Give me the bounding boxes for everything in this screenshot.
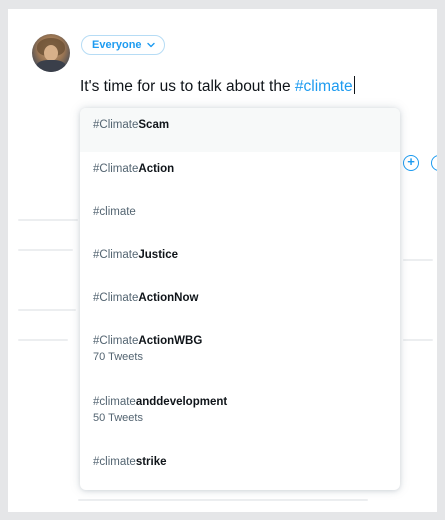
plus-circle-icon[interactable]: +	[403, 155, 419, 171]
hashtag-suggestion[interactable]: #climateanddevelopment 50 Tweets	[80, 384, 400, 445]
hashtag-suggestion[interactable]: #climate	[80, 195, 400, 238]
hashtag-suggestion[interactable]: #ClimateScam	[80, 108, 400, 152]
plus-circle-icon[interactable]	[431, 155, 437, 171]
suggestion-completion-text: anddevelopment	[135, 396, 228, 408]
suggestion-hashtag: #ClimateScam	[93, 119, 400, 131]
background-text	[18, 249, 73, 251]
hashtag-text: #climate	[294, 78, 353, 95]
hashtag-suggestion[interactable]: #ClimateJustice	[80, 238, 400, 281]
suggestion-hashtag: #ClimateActionWBG	[93, 335, 400, 347]
suggestion-tweet-count: 50 Tweets	[93, 412, 143, 424]
background-text	[403, 339, 433, 341]
background-text	[78, 499, 368, 501]
hashtag-suggestion[interactable]: #ClimateActionWBG 70 Tweets	[80, 324, 400, 384]
suggestion-completion-text: Scam	[138, 119, 170, 131]
suggestion-match-text: #Climate	[93, 335, 139, 347]
background-text	[403, 259, 433, 261]
hashtag-suggestion[interactable]: #ClimateAction	[80, 152, 400, 195]
tweet-text: It's time for us to talk about the	[80, 78, 295, 95]
suggestion-completion-text: ActionNow	[138, 292, 199, 304]
suggestion-tweet-count: 70 Tweets	[93, 351, 143, 363]
suggestion-match-text: #Climate	[93, 292, 139, 304]
hashtag-suggestion[interactable]: #climatestrike	[80, 445, 400, 490]
suggestion-completion-text: strike	[135, 456, 167, 468]
suggestion-hashtag: #climate	[93, 206, 400, 218]
background-text	[18, 309, 76, 311]
chevron-down-icon	[146, 42, 155, 48]
suggestion-match-text: #climate	[93, 206, 136, 218]
hashtag-suggestion[interactable]: #ClimateActionNow	[80, 281, 400, 324]
compose-card: Everyone It's time for us to talk about …	[8, 9, 437, 512]
text-caret	[353, 76, 355, 94]
suggestion-hashtag: #ClimateActionNow	[93, 292, 400, 304]
suggestion-match-text: #Climate	[93, 119, 139, 131]
background-text	[18, 219, 78, 221]
suggestion-hashtag: #climatestrike	[93, 456, 400, 468]
avatar[interactable]	[32, 34, 70, 72]
tweet-text-input[interactable]: It's time for us to talk about the #clim…	[80, 76, 355, 96]
suggestion-hashtag: #ClimateJustice	[93, 249, 400, 261]
suggestion-match-text: #climate	[93, 396, 136, 408]
suggestion-hashtag: #climateanddevelopment	[93, 396, 400, 408]
suggestion-completion-text: Justice	[138, 249, 179, 261]
suggestion-hashtag: #ClimateAction	[93, 163, 400, 175]
background-text	[18, 339, 68, 341]
suggestion-match-text: #climate	[93, 456, 136, 468]
hashtag-suggestions-dropdown: #ClimateScam #ClimateAction #climate #Clima…	[80, 108, 400, 490]
suggestion-match-text: #Climate	[93, 249, 139, 261]
audience-selector-button[interactable]: Everyone	[81, 35, 165, 55]
suggestion-completion-text: ActionWBG	[138, 335, 203, 347]
suggestion-completion-text: Action	[138, 163, 175, 175]
audience-label: Everyone	[92, 39, 142, 51]
suggestion-match-text: #Climate	[93, 163, 139, 175]
